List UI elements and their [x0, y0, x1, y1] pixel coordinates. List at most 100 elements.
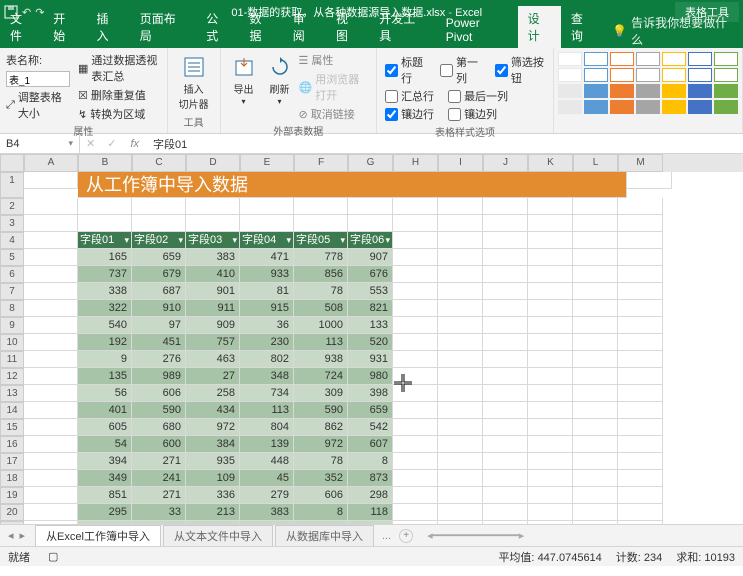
convert-range-button[interactable]: ↯转换为区域: [78, 106, 161, 122]
col-header[interactable]: H: [393, 154, 438, 172]
cell[interactable]: [618, 504, 663, 521]
cell[interactable]: 78: [294, 283, 348, 300]
cell[interactable]: [573, 266, 618, 283]
cell[interactable]: [618, 232, 663, 249]
tab-页面布局[interactable]: 页面布局: [130, 6, 196, 48]
cell[interactable]: [438, 402, 483, 419]
cell[interactable]: 362: [240, 521, 294, 524]
col-header[interactable]: M: [618, 154, 663, 172]
style-swatch[interactable]: [662, 84, 686, 98]
cell[interactable]: 383: [186, 249, 240, 266]
cell[interactable]: [618, 521, 663, 524]
cell[interactable]: [24, 351, 78, 368]
cell[interactable]: 910: [132, 300, 186, 317]
tab-审阅[interactable]: 审阅: [283, 6, 326, 48]
cell[interactable]: [438, 419, 483, 436]
cell[interactable]: 118: [348, 504, 393, 521]
tab-查询[interactable]: 查询: [561, 6, 604, 48]
cell[interactable]: 279: [240, 487, 294, 504]
cell[interactable]: [483, 521, 528, 524]
remove-duplicates-button[interactable]: ☒删除重复值: [78, 87, 161, 103]
cell[interactable]: 590: [294, 402, 348, 419]
cell[interactable]: 680: [132, 419, 186, 436]
tab-视图[interactable]: 视图: [326, 6, 369, 48]
cell[interactable]: [78, 215, 132, 232]
cell[interactable]: [393, 249, 438, 266]
cell[interactable]: [573, 198, 618, 215]
cell[interactable]: [483, 300, 528, 317]
cell[interactable]: [618, 419, 663, 436]
filter-dropdown-icon[interactable]: ▾: [124, 232, 129, 248]
cell[interactable]: [483, 334, 528, 351]
cell[interactable]: [393, 334, 438, 351]
cell[interactable]: 520: [348, 334, 393, 351]
cell[interactable]: 338: [78, 283, 132, 300]
row-header[interactable]: 17: [0, 453, 24, 470]
cell[interactable]: [438, 351, 483, 368]
cell[interactable]: [438, 215, 483, 232]
cell[interactable]: [573, 419, 618, 436]
cell[interactable]: [24, 334, 78, 351]
cell[interactable]: [573, 453, 618, 470]
filter-dropdown-icon[interactable]: ▾: [385, 232, 390, 248]
cell[interactable]: [483, 436, 528, 453]
cancel-icon[interactable]: ✕: [80, 137, 101, 150]
cell[interactable]: 272: [294, 521, 348, 524]
cell[interactable]: [24, 300, 78, 317]
cell[interactable]: [393, 504, 438, 521]
cell[interactable]: [348, 198, 393, 215]
sheet-tab[interactable]: 从文本文件中导入: [163, 525, 273, 546]
cell[interactable]: [78, 198, 132, 215]
style-gallery[interactable]: [558, 52, 738, 114]
cell[interactable]: 901: [186, 283, 240, 300]
cell[interactable]: [573, 351, 618, 368]
cell[interactable]: [438, 283, 483, 300]
cell[interactable]: [393, 317, 438, 334]
cell[interactable]: [618, 470, 663, 487]
cell[interactable]: [24, 419, 78, 436]
cell[interactable]: 18: [132, 521, 186, 524]
cell[interactable]: 字段06▾: [348, 232, 393, 249]
cell[interactable]: [393, 521, 438, 524]
cell[interactable]: 401: [78, 402, 132, 419]
cell[interactable]: [483, 504, 528, 521]
unlink-button[interactable]: ⊘取消链接: [299, 106, 371, 122]
cell[interactable]: 802: [240, 351, 294, 368]
style-swatch[interactable]: [636, 100, 660, 114]
cell[interactable]: 139: [240, 436, 294, 453]
row-header[interactable]: 19: [0, 487, 24, 504]
style-swatch[interactable]: [610, 84, 634, 98]
redo-icon[interactable]: ↷: [35, 6, 44, 19]
cell[interactable]: [24, 487, 78, 504]
cell[interactable]: 字段05▾: [294, 232, 348, 249]
cell[interactable]: [393, 215, 438, 232]
cell[interactable]: [393, 470, 438, 487]
check-filter-btn[interactable]: 筛选按钮: [495, 54, 545, 86]
cell[interactable]: 276: [132, 351, 186, 368]
tab-插入[interactable]: 插入: [87, 6, 130, 48]
cell[interactable]: [618, 249, 663, 266]
cell[interactable]: [483, 215, 528, 232]
cell[interactable]: [24, 172, 78, 189]
cell[interactable]: 8: [348, 453, 393, 470]
row-header[interactable]: 18: [0, 470, 24, 487]
cell[interactable]: [438, 300, 483, 317]
cell[interactable]: 398: [348, 385, 393, 402]
cell[interactable]: 258: [186, 385, 240, 402]
cell[interactable]: 383: [240, 504, 294, 521]
row-header[interactable]: 2: [0, 198, 24, 215]
cell[interactable]: [528, 402, 573, 419]
cell[interactable]: 935: [186, 453, 240, 470]
formula-bar[interactable]: 字段01: [147, 136, 743, 152]
style-swatch[interactable]: [558, 100, 582, 114]
row-header[interactable]: 16: [0, 436, 24, 453]
cell[interactable]: 336: [186, 487, 240, 504]
save-icon[interactable]: [4, 5, 18, 19]
row-header[interactable]: 4: [0, 232, 24, 249]
cell[interactable]: [24, 402, 78, 419]
tab-公式[interactable]: 公式: [196, 6, 239, 48]
cell[interactable]: 348: [240, 368, 294, 385]
cell[interactable]: [573, 300, 618, 317]
cell[interactable]: 54: [78, 436, 132, 453]
cell[interactable]: [618, 317, 663, 334]
